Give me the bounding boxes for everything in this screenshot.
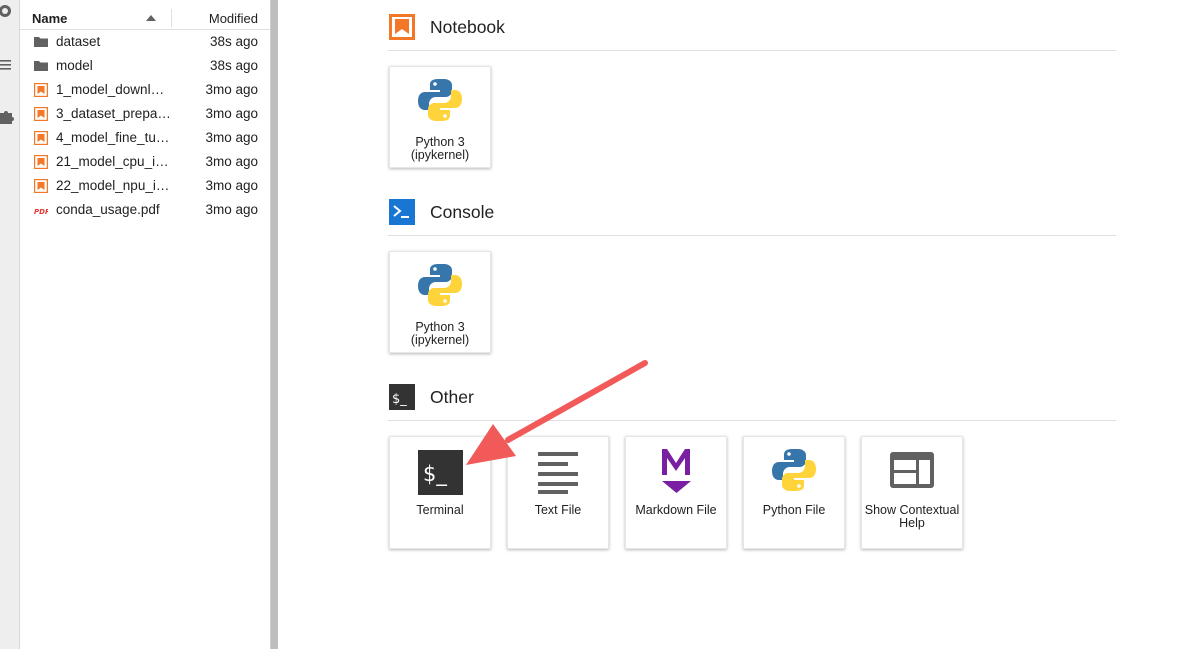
file-modified: 3mo ago xyxy=(205,154,258,169)
notebook-icon xyxy=(34,83,48,97)
python-file-card[interactable]: Python File xyxy=(743,436,845,549)
notebook-python3-card[interactable]: Python 3 (ipykernel) xyxy=(389,66,491,168)
terminal-icon: $_ xyxy=(389,384,415,410)
notebook-icon xyxy=(389,14,415,40)
terminal-icon: $_ xyxy=(418,450,463,495)
file-modified: 3mo ago xyxy=(205,202,258,217)
notebook-icon xyxy=(34,131,48,145)
card-label: Markdown File xyxy=(635,503,717,517)
card-label: Python 3 (ipykernel) xyxy=(410,135,470,162)
file-name: 3_dataset_prepa… xyxy=(56,106,171,121)
column-divider[interactable] xyxy=(171,9,172,27)
name-column-header[interactable]: Name xyxy=(32,11,67,26)
file-modified: 38s ago xyxy=(209,58,258,73)
card-label: Text File xyxy=(534,503,582,517)
file-modified: 3mo ago xyxy=(205,178,258,193)
notebook-icon xyxy=(34,107,48,121)
file-list-item[interactable]: model 38s ago xyxy=(20,54,270,78)
file-modified: 3mo ago xyxy=(205,106,258,121)
svg-text:$_: $_ xyxy=(423,462,447,487)
console-icon xyxy=(389,199,415,225)
file-modified: 3mo ago xyxy=(205,82,258,97)
markdown-file-card[interactable]: Markdown File xyxy=(625,436,727,549)
section-title: Other xyxy=(430,387,474,407)
card-label: Python 3 (ipykernel) xyxy=(410,320,470,347)
running-kernels-icon[interactable] xyxy=(0,4,14,18)
text-file-icon xyxy=(538,452,578,494)
notebook-icon xyxy=(34,155,48,169)
python-logo-icon xyxy=(418,79,462,121)
file-name: conda_usage.pdf xyxy=(56,202,160,217)
table-of-contents-icon[interactable] xyxy=(0,58,14,72)
python-logo-icon xyxy=(418,264,462,306)
card-label: Show Contextual Help xyxy=(864,503,960,530)
launcher: Notebook Python 3 (ipykernel) Console Py… xyxy=(278,0,1187,649)
folder-icon xyxy=(34,37,48,47)
contextual-help-card[interactable]: Show Contextual Help xyxy=(861,436,963,549)
terminal-card[interactable]: $_ Terminal xyxy=(389,436,491,549)
svg-text:$_: $_ xyxy=(392,392,407,407)
card-label: Python File xyxy=(762,503,826,517)
file-list: dataset 38s ago model 38s ago 1_model_downl…… xyxy=(20,30,270,222)
file-list-item[interactable]: dataset 38s ago xyxy=(20,30,270,54)
panel-splitter[interactable] xyxy=(270,0,278,649)
file-name: 1_model_downl… xyxy=(56,82,165,97)
file-name: 22_model_npu_i… xyxy=(56,178,170,193)
pdf-icon: PDF xyxy=(34,208,48,216)
file-list-item[interactable]: PDF conda_usage.pdf 3mo ago xyxy=(20,198,270,222)
file-list-item[interactable]: 1_model_downl… 3mo ago xyxy=(20,78,270,102)
file-modified: 3mo ago xyxy=(205,130,258,145)
markdown-icon xyxy=(662,449,691,493)
notebook-section-header: Notebook xyxy=(388,10,1116,51)
file-name: model xyxy=(56,58,93,73)
file-list-item[interactable]: 3_dataset_prepa… 3mo ago xyxy=(20,102,270,126)
card-label: Terminal xyxy=(416,503,464,517)
console-section-header: Console xyxy=(388,195,1116,236)
modified-column-header[interactable]: Modified xyxy=(209,11,258,26)
sort-ascending-icon[interactable] xyxy=(146,15,156,21)
file-name: dataset xyxy=(56,34,101,49)
text-file-card[interactable]: Text File xyxy=(507,436,609,549)
notebook-icon xyxy=(34,179,48,193)
section-title: Console xyxy=(430,202,495,222)
folder-icon xyxy=(34,61,48,71)
file-name: 21_model_cpu_i… xyxy=(56,154,169,169)
python-logo-icon xyxy=(772,449,816,491)
file-browser: Name Modified dataset 38s ago model 38s ago… xyxy=(20,0,270,649)
extension-manager-icon[interactable] xyxy=(0,110,14,124)
file-list-item[interactable]: 4_model_fine_tu… 3mo ago xyxy=(20,126,270,150)
file-list-item[interactable]: 22_model_npu_i… 3mo ago xyxy=(20,174,270,198)
file-list-header: Name Modified xyxy=(20,7,270,30)
svg-text:PDF: PDF xyxy=(34,208,48,216)
console-python3-card[interactable]: Python 3 (ipykernel) xyxy=(389,251,491,353)
contextual-help-icon xyxy=(890,452,934,488)
file-modified: 38s ago xyxy=(209,34,258,49)
activity-bar xyxy=(0,0,20,649)
section-title: Notebook xyxy=(430,17,505,37)
file-list-item[interactable]: 21_model_cpu_i… 3mo ago xyxy=(20,150,270,174)
other-section-header: $_ Other xyxy=(388,380,1116,421)
file-name: 4_model_fine_tu… xyxy=(56,130,170,145)
